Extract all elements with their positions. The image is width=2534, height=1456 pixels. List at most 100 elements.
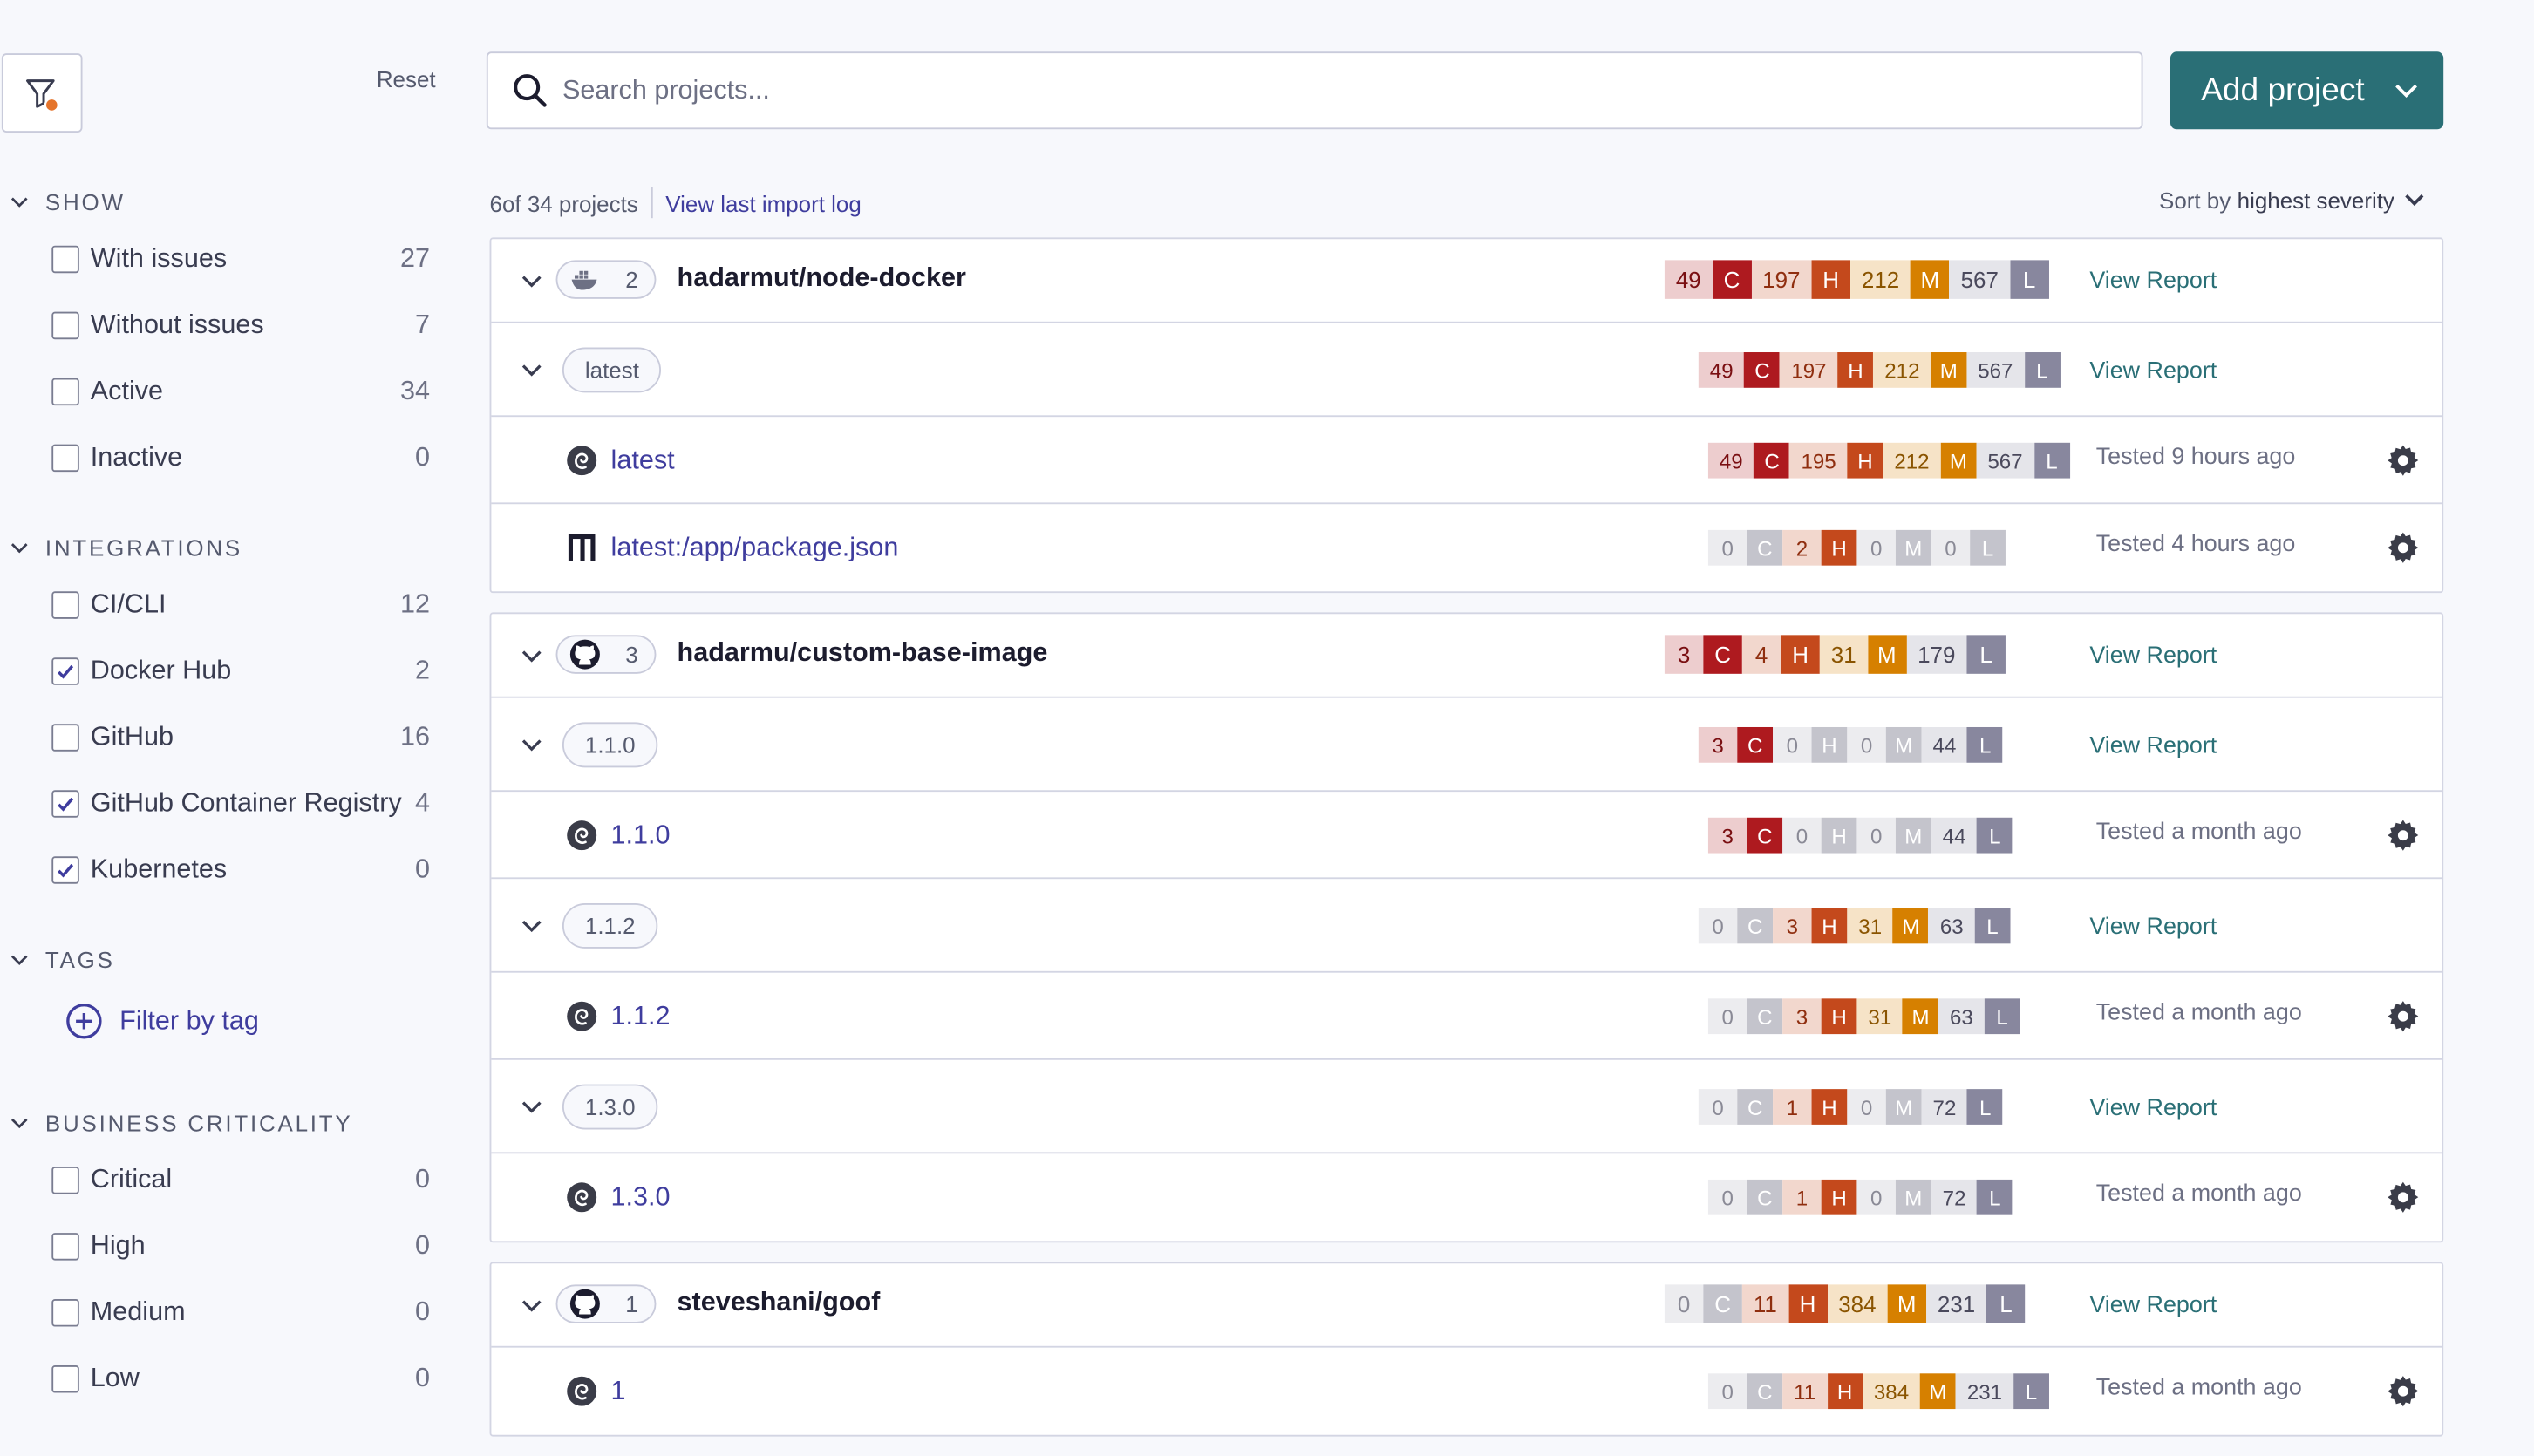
filter-option[interactable]: GitHub Container Registry 4	[51, 784, 430, 822]
tested-time: Tested a month ago	[2095, 1180, 2302, 1208]
severity-count-high: 11	[1741, 1284, 1788, 1323]
target-row[interactable]: 1.1.0 3 C 0 H 0 M 44 L Tested a month ago	[491, 792, 2442, 880]
filter-option[interactable]: Medium 0	[51, 1293, 430, 1331]
severity-count-low: 231	[1925, 1284, 1987, 1323]
gear-icon[interactable]	[2384, 816, 2422, 854]
target-row[interactable]: 1 0 C 11 H 384 M 231 L Tested a month ago	[491, 1348, 2442, 1435]
chevron-down-icon	[521, 276, 542, 288]
tag-row[interactable]: 1.1.0 3 C 0 H 0 M 44 L View Report	[491, 698, 2442, 793]
view-report-link[interactable]: View Report	[2089, 269, 2217, 295]
section-header-tags[interactable]: Tags	[10, 943, 115, 976]
tag-row[interactable]: 1.1.2 0 C 3 H 31 M 63 L View Report	[491, 879, 2442, 973]
checkbox[interactable]	[51, 443, 79, 472]
view-report-link[interactable]: View Report	[2089, 1096, 2217, 1122]
severity-label-low: L	[1977, 817, 2013, 854]
checkbox-checked[interactable]	[51, 855, 79, 883]
filter-option[interactable]: Docker Hub 2	[51, 651, 430, 690]
gear-icon[interactable]	[2384, 997, 2422, 1035]
view-report-link[interactable]: View Report	[2089, 643, 2217, 670]
severity-label-high: H	[1847, 442, 1883, 479]
severity-counts: 49 C 195 H 212 M 567 L	[1707, 442, 2070, 479]
add-project-button[interactable]: Add project	[2170, 51, 2444, 130]
section-header-integrations[interactable]: Integrations	[10, 532, 242, 564]
target-link[interactable]: 1.3.0	[564, 1180, 671, 1215]
checkbox[interactable]	[51, 1166, 79, 1194]
gear-icon[interactable]	[2384, 1178, 2422, 1216]
checkbox[interactable]	[51, 310, 79, 339]
checkbox[interactable]	[51, 723, 79, 751]
tag-row[interactable]: latest 49 C 197 H 212 M 567 L View Report	[491, 323, 2442, 418]
chevron-down-icon	[521, 1101, 542, 1113]
filter-option[interactable]: CI/CLI 12	[51, 585, 430, 623]
checkbox-checked[interactable]	[51, 657, 79, 684]
view-report-link[interactable]: View Report	[2089, 915, 2217, 941]
section-title: Tags	[44, 947, 115, 973]
target-link[interactable]: 1.1.0	[564, 818, 671, 854]
project-row[interactable]: 1 steveshani/goof 0 C 11 H 384 M 231 L View Report	[491, 1263, 2442, 1348]
severity-count-low: 72	[1931, 1179, 1978, 1215]
view-report-link[interactable]: View Report	[2089, 1293, 2217, 1319]
filter-option[interactable]: Kubernetes 0	[51, 850, 430, 888]
tested-time: Tested 4 hours ago	[2095, 531, 2296, 558]
section-header-criticality[interactable]: Business Criticality	[10, 1107, 352, 1140]
filter-option-count: 0	[414, 1230, 430, 1260]
checkbox[interactable]	[51, 377, 79, 405]
severity-label-low: L	[2009, 260, 2049, 299]
project-count-bar: 6 of 34 projects View last import log	[490, 187, 862, 219]
project-name[interactable]: hadarmut/node-docker	[678, 263, 966, 294]
filter-option-label: Medium	[90, 1296, 186, 1326]
sort-dropdown[interactable]: Sort by highest severity	[2159, 187, 2425, 214]
checkbox[interactable]	[51, 1232, 79, 1260]
filter-by-tag-button[interactable]: Filter by tag	[65, 1002, 259, 1040]
filter-option[interactable]: Low 0	[51, 1359, 430, 1398]
target-row[interactable]: 1.1.2 0 C 3 H 31 M 63 L Tested a month ago	[491, 973, 2442, 1060]
filter-option[interactable]: Inactive 0	[51, 438, 430, 476]
search-icon	[514, 74, 547, 107]
search-input[interactable]: Search projects...	[562, 75, 770, 105]
view-report-link[interactable]: View Report	[2089, 733, 2217, 759]
target-link[interactable]: latest	[564, 443, 675, 479]
severity-label-critical: C	[1712, 260, 1752, 299]
filter-by-tag-label: Filter by tag	[119, 1005, 259, 1036]
checkbox[interactable]	[51, 1298, 79, 1326]
severity-label-critical: C	[1747, 998, 1783, 1035]
target-row[interactable]: latest:/app/package.json 0 C 2 H 0 M 0 L Tested 4…	[491, 504, 2442, 591]
section-header-show[interactable]: Show	[10, 186, 126, 218]
filter-option-count: 7	[414, 309, 430, 339]
github-icon	[569, 639, 600, 670]
view-report-link[interactable]: View Report	[2089, 358, 2217, 384]
view-import-log-link[interactable]: View last import log	[665, 190, 862, 216]
project-name[interactable]: steveshani/goof	[678, 1288, 881, 1318]
severity-counts: 0C2H0M0L	[1707, 529, 2006, 566]
filter-option[interactable]: High 0	[51, 1227, 430, 1265]
gear-icon[interactable]	[2384, 441, 2422, 480]
severity-count-low: 63	[1938, 998, 1985, 1035]
filter-option[interactable]: Critical 0	[51, 1160, 430, 1199]
severity-count-low: 231	[1955, 1373, 2014, 1410]
filter-option[interactable]: Active 34	[51, 371, 430, 410]
target-row[interactable]: latest 49 C 195 H 212 M 567 L Tested 9 hours ago	[491, 417, 2442, 505]
target-link[interactable]: 1.1.2	[564, 998, 671, 1034]
checkbox[interactable]	[51, 244, 79, 273]
tag-row[interactable]: 1.3.0 0 C 1 H 0 M 72 L View Report	[491, 1060, 2442, 1154]
project-name[interactable]: hadarmu/custom-base-image	[678, 638, 1048, 669]
project-row[interactable]: 3 hadarmu/custom-base-image 3 C 4 H 31 M 179 L Vie…	[491, 614, 2442, 698]
severity-label-medium: M	[1931, 352, 1967, 388]
filter-toggle-button[interactable]	[1, 53, 83, 133]
project-row[interactable]: 2 hadarmut/node-docker 49 C 197 H 212 M 567 L View…	[491, 239, 2442, 323]
checkbox[interactable]	[51, 1364, 79, 1392]
target-row[interactable]: 1.3.0 0 C 1 H 0 M 72 L Tested a month ago	[491, 1153, 2442, 1241]
gear-icon[interactable]	[2384, 528, 2422, 567]
target-link[interactable]: latest:/app/package.json	[564, 530, 898, 566]
gear-icon[interactable]	[2384, 1371, 2422, 1410]
severity-label-low: L	[2024, 352, 2061, 388]
filter-option[interactable]: Without issues 7	[51, 305, 430, 344]
checkbox-checked[interactable]	[51, 789, 79, 817]
checkbox[interactable]	[51, 590, 79, 618]
severity-counts: 0 C 11 H 384 M 231 L	[1707, 1373, 2049, 1410]
target-link[interactable]: 1	[564, 1373, 626, 1409]
reset-filters-button[interactable]: Reset	[377, 66, 436, 92]
filter-option[interactable]: GitHub 16	[51, 718, 430, 756]
filter-option[interactable]: With issues 27	[51, 239, 430, 277]
search-box[interactable]: Search projects...	[486, 51, 2143, 130]
